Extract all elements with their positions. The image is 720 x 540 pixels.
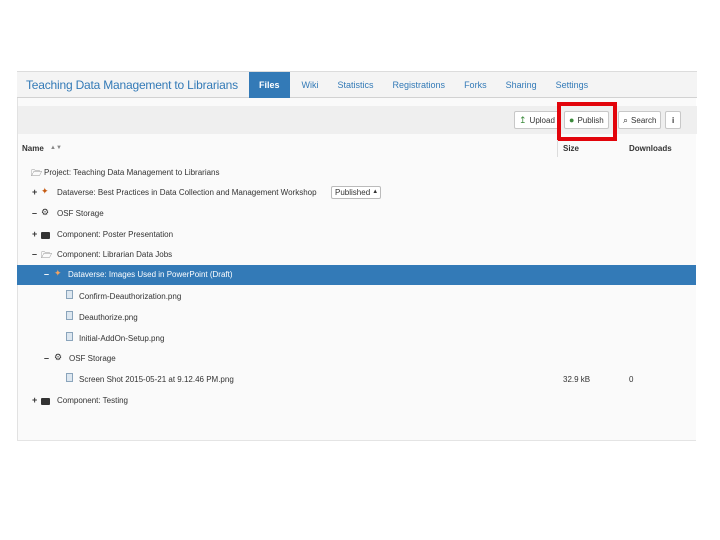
file-row-component[interactable]: + Component: Poster Presentation [17,225,696,245]
published-select[interactable]: Published ▲ [331,186,382,199]
file-icon [66,373,73,384]
search-button[interactable]: ⌕ Search [618,111,662,129]
expand-toggle[interactable]: + [32,395,37,405]
tab-registrations[interactable]: Registrations [393,80,446,90]
sort-icon[interactable]: ▲▼ [50,145,62,151]
upload-button[interactable]: ↥ Upload [514,111,560,129]
upload-icon: ↥ [519,114,527,125]
expand-toggle[interactable]: + [32,187,37,197]
collapse-toggle[interactable]: – [44,269,49,279]
file-size: 32.9 kB [563,375,591,384]
file-row-osf-storage[interactable]: – ⚙ OSF Storage [17,349,696,369]
published-select-value: Published [335,188,371,197]
project-title[interactable]: Teaching Data Management to Librarians [17,78,251,92]
file-row-osf-storage[interactable]: – ⚙ OSF Storage [17,204,696,224]
row-label: OSF Storage [57,209,104,218]
tab-wiki[interactable]: Wiki [302,80,319,90]
row-label: Component: Poster Presentation [57,230,174,239]
tab-forks[interactable]: Forks [464,80,487,90]
row-label: Component: Testing [57,396,129,405]
row-label: Project: Teaching Data Management to Lib… [44,168,220,177]
search-icon: ⌕ [623,114,629,125]
column-size[interactable]: Size [563,144,579,153]
upload-label: Upload [529,115,555,125]
row-label: OSF Storage [69,354,116,363]
dataverse-icon: ✦ [41,186,49,196]
file-grid-header: Name ▲▼ Size Downloads [17,140,696,157]
file-icon [66,311,73,322]
row-label: Deauthorize.png [79,313,138,322]
publish-label: Publish [577,115,604,125]
file-icon [66,290,73,301]
tab-sharing[interactable]: Sharing [506,80,537,90]
storage-icon: ⚙ [54,352,63,362]
storage-icon: ⚙ [41,207,50,217]
info-icon: i [672,115,675,125]
file-icon [66,332,73,343]
info-button[interactable]: i [665,111,682,129]
tab-files[interactable]: Files [249,71,290,98]
column-downloads[interactable]: Downloads [629,144,672,153]
file-row-file[interactable]: Initial-AddOn-Setup.png [17,329,696,349]
open-folder-icon: 🗁 [31,168,43,178]
file-row-dataverse-selected[interactable]: – ✦ Dataverse: Images Used in PowerPoint… [17,265,696,285]
collapse-toggle[interactable]: – [44,353,49,363]
row-label: Component: Librarian Data Jobs [57,250,173,259]
file-row-project[interactable]: 🗁 Project: Teaching Data Management to L… [17,163,696,183]
collapse-toggle[interactable]: – [32,208,37,218]
publish-button[interactable]: ● Publish [564,111,609,129]
open-folder-icon: 🗁 [41,250,53,260]
project-navbar: Teaching Data Management to Librarians F… [17,71,697,98]
folder-icon [41,231,50,241]
file-row-file[interactable]: Screen Shot 2015-05-21 at 9.12.46 PM.png… [17,370,696,390]
file-row-file[interactable]: Confirm-Deauthorization.png [17,287,696,307]
row-label: Initial-AddOn-Setup.png [79,334,165,343]
row-label: Confirm-Deauthorization.png [79,292,182,301]
expand-toggle[interactable]: + [32,229,37,239]
file-downloads: 0 [629,375,634,384]
column-name[interactable]: Name [22,144,44,153]
select-arrows-icon: ▲ [372,189,379,195]
row-label: Dataverse: Best Practices in Data Collec… [57,188,317,197]
panel-bottom-border [17,440,696,441]
search-label: Search [631,115,657,125]
file-row-component[interactable]: + Component: Testing [17,391,696,411]
dataverse-icon: ✦ [54,268,62,278]
row-label: Dataverse: Images Used in PowerPoint (Dr… [68,270,233,279]
file-row-component[interactable]: – 🗁 Component: Librarian Data Jobs [17,245,696,265]
collapse-toggle[interactable]: – [32,249,37,259]
tab-settings[interactable]: Settings [556,80,589,90]
file-row-dataverse[interactable]: + ✦ Dataverse: Best Practices in Data Co… [17,183,696,203]
folder-icon [41,397,50,407]
row-label: Screen Shot 2015-05-21 at 9.12.46 PM.png [79,375,234,384]
globe-icon: ● [569,115,575,125]
file-row-file[interactable]: Deauthorize.png [17,308,696,328]
column-divider [557,140,558,157]
tab-statistics[interactable]: Statistics [338,80,374,90]
